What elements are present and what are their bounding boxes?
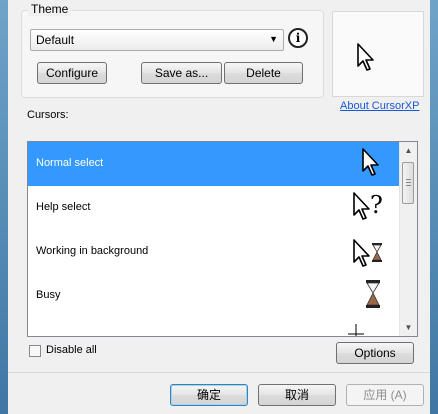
disable-all-checkbox[interactable] bbox=[29, 345, 41, 357]
chevron-down-icon: ▼ bbox=[269, 34, 278, 44]
list-item-help-select[interactable]: Help select ? bbox=[28, 186, 399, 230]
scroll-down-icon[interactable]: ▼ bbox=[400, 319, 417, 336]
theme-legend: Theme bbox=[28, 2, 72, 16]
scrollbar-grip bbox=[406, 185, 411, 186]
window-frame-left bbox=[0, 0, 8, 414]
cancel-button[interactable]: 取消 bbox=[258, 384, 336, 406]
apply-button: 应用 (A) bbox=[346, 384, 424, 406]
disable-all-label: Disable all bbox=[46, 344, 97, 356]
theme-select[interactable]: Default ▼ bbox=[30, 29, 284, 51]
list-item-working-in-background[interactable]: Working in background bbox=[28, 230, 399, 274]
arrow-cursor-icon bbox=[357, 43, 374, 71]
list-item-label: Normal select bbox=[36, 157, 104, 169]
info-icon[interactable]: i bbox=[288, 28, 308, 48]
scrollbar-grip bbox=[406, 182, 411, 183]
cursor-preview bbox=[332, 11, 424, 97]
list-item-label: Working in background bbox=[36, 245, 149, 257]
cursor-list[interactable]: Normal select Help select ? Working in b… bbox=[27, 141, 418, 337]
working-cursor-icon bbox=[353, 239, 382, 267]
scrollbar-thumb[interactable] bbox=[402, 162, 414, 204]
arrow-cursor-icon bbox=[362, 148, 379, 176]
hourglass-icon bbox=[366, 280, 380, 308]
list-item-label: Busy bbox=[36, 289, 61, 301]
precision-cursor-icon bbox=[348, 324, 364, 336]
save-as-button[interactable]: Save as... bbox=[141, 62, 222, 84]
list-item-busy[interactable]: Busy bbox=[28, 274, 399, 318]
ok-button[interactable]: 确定 bbox=[170, 384, 248, 406]
help-cursor-icon: ? bbox=[353, 191, 383, 220]
list-item-normal-select[interactable]: Normal select bbox=[28, 142, 399, 186]
footer-divider bbox=[8, 372, 430, 373]
cursor-list-scrollbar[interactable]: ▲ ▼ bbox=[399, 142, 417, 336]
window-frame-right bbox=[430, 0, 438, 414]
theme-select-value: Default bbox=[36, 33, 75, 47]
delete-button[interactable]: Delete bbox=[224, 62, 303, 84]
list-item-label: Help select bbox=[36, 201, 91, 213]
scroll-up-icon[interactable]: ▲ bbox=[400, 142, 417, 159]
svg-text:?: ? bbox=[370, 191, 383, 219]
configure-button[interactable]: Configure bbox=[37, 62, 107, 84]
options-button[interactable]: Options bbox=[336, 342, 414, 364]
scrollbar-grip bbox=[406, 179, 411, 180]
theme-groupbox bbox=[21, 10, 324, 98]
about-cursorxp-link[interactable]: About CursorXP bbox=[340, 100, 419, 112]
cursors-label: Cursors: bbox=[27, 109, 69, 121]
